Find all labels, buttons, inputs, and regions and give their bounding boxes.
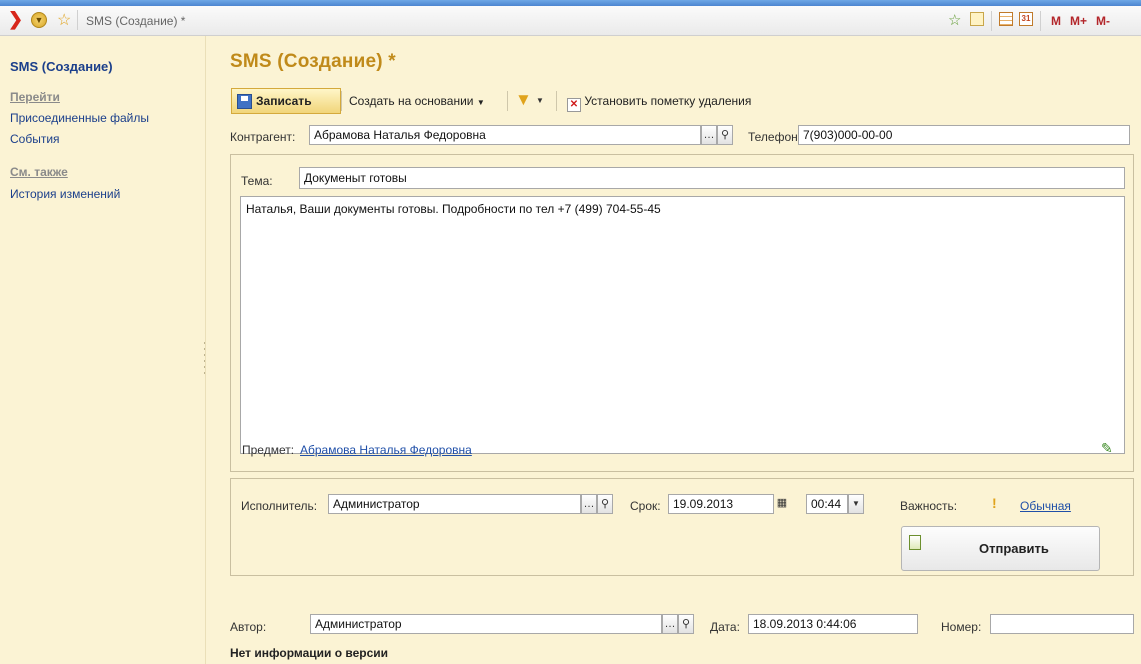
edit-pencil-icon[interactable]: ✎ (1101, 440, 1113, 457)
author-open-button[interactable]: ⚲ (678, 614, 694, 634)
delete-x-icon: ✕ (567, 98, 581, 112)
mark-for-deletion-button[interactable]: ✕ Установить пометку удаления (567, 89, 751, 113)
calendar-icon: ▦ (776, 497, 788, 509)
author-input[interactable]: Администратор (310, 614, 662, 634)
deadline-label: Срок: (630, 499, 661, 513)
counterparty-open-button[interactable]: ⚲ (717, 125, 733, 145)
chevron-down-icon: ▼ (536, 96, 544, 105)
send-button[interactable]: Отправить (901, 526, 1100, 571)
executor-label: Исполнитель: (241, 499, 318, 513)
sidebar-group-see-also: См. также (10, 165, 68, 179)
sidebar-item-attached-files[interactable]: Присоединенные файлы (10, 111, 149, 125)
subject-link-label: Предмет: (242, 443, 295, 457)
phone-label: Телефон: (748, 130, 802, 144)
deadline-date-input[interactable]: 19.09.2013 (668, 494, 774, 514)
magnifier-icon: ⚲ (600, 498, 610, 510)
executor-open-button[interactable]: ⚲ (597, 494, 613, 514)
memory-store-button[interactable]: M (1051, 14, 1061, 28)
add-favorites-icon[interactable]: ☆ (948, 11, 961, 29)
favorites-star-icon[interactable]: ☆ (57, 10, 71, 30)
titlebar-separator (77, 10, 78, 30)
window-titlebar: ❯ ▼ ☆ SMS (Создание) * ☆ 31 M M+ M- (0, 6, 1141, 36)
funnel-icon: ▼ (515, 90, 532, 109)
form-area: SMS (Создание) * Записать Создать на осн… (206, 36, 1141, 664)
window-tab-title[interactable]: SMS (Создание) * (86, 14, 185, 28)
version-info-text: Нет информации о версии (230, 646, 389, 660)
save-button-label: Записать (256, 94, 312, 108)
titlebar-separator (1040, 11, 1041, 31)
importance-label: Важность: (900, 499, 958, 513)
memory-subtract-button[interactable]: M- (1096, 14, 1110, 28)
calendar-picker-button[interactable]: ▦ (774, 494, 790, 514)
send-document-icon (909, 535, 921, 550)
toolbar-separator (507, 91, 508, 111)
importance-exclamation-icon: ! (992, 495, 997, 511)
create-based-on-label: Создать на основании (349, 94, 474, 108)
sidebar-group-goto: Перейти (10, 90, 60, 104)
counterparty-select-button[interactable]: … (701, 125, 717, 145)
subject-input[interactable]: Докуменыт готовы (299, 167, 1125, 189)
form-title: SMS (Создание) * (230, 51, 396, 72)
phone-input[interactable]: 7(903)000-00-00 (798, 125, 1130, 145)
importance-link[interactable]: Обычная (1020, 499, 1071, 513)
calculator-icon[interactable] (999, 12, 1013, 26)
message-text-area[interactable]: Наталья, Ваши документы готовы. Подробно… (240, 196, 1125, 454)
navigation-sidebar: SMS (Создание) Перейти Присоединенные фа… (0, 36, 206, 664)
chevron-down-icon: ▼ (852, 499, 860, 508)
executor-select-button[interactable]: … (581, 494, 597, 514)
main-menu-arrow-icon[interactable]: ❯ (8, 9, 23, 30)
message-group-panel: Тема: Докуменыт готовы Наталья, Ваши док… (230, 154, 1134, 472)
counterparty-input[interactable]: Абрамова Наталья Федоровна (309, 125, 701, 145)
date-input[interactable]: 18.09.2013 0:44:06 (748, 614, 918, 634)
date-label: Дата: (710, 620, 740, 634)
executor-input[interactable]: Администратор (328, 494, 581, 514)
titlebar-separator (991, 11, 992, 31)
save-disk-icon (237, 94, 252, 109)
number-input[interactable] (990, 614, 1134, 634)
author-select-button[interactable]: … (662, 614, 678, 634)
filter-dropdown-button[interactable]: ▼ ▼ (515, 91, 545, 111)
sidebar-item-events[interactable]: События (10, 132, 60, 146)
memory-add-button[interactable]: M+ (1070, 14, 1087, 28)
subject-link[interactable]: Абрамова Наталья Федоровна (300, 443, 472, 457)
mark-for-deletion-label: Установить пометку удаления (584, 94, 752, 108)
sidebar-item-change-history[interactable]: История изменений (10, 187, 120, 201)
link-icon[interactable] (970, 12, 984, 26)
toolbar-separator (556, 91, 557, 111)
number-label: Номер: (941, 620, 982, 634)
deadline-time-input[interactable]: 00:44 (806, 494, 848, 514)
send-button-label: Отправить (979, 541, 1049, 556)
subject-label: Тема: (241, 174, 273, 188)
magnifier-icon: ⚲ (681, 618, 691, 630)
author-label: Автор: (230, 620, 267, 634)
counterparty-label: Контрагент: (230, 130, 296, 144)
save-button[interactable]: Записать (231, 88, 341, 114)
time-dropdown-button[interactable]: ▼ (848, 494, 864, 514)
calendar-icon[interactable]: 31 (1019, 12, 1033, 26)
magnifier-icon: ⚲ (720, 129, 730, 141)
create-based-on-button[interactable]: Создать на основании ▼ (349, 89, 485, 113)
toolbar-separator (341, 91, 342, 111)
chevron-down-icon: ▼ (476, 98, 485, 107)
executor-group-panel: Исполнитель: Администратор … ⚲ Срок: 19.… (230, 478, 1134, 576)
navigation-menu-icon[interactable]: ▼ (31, 12, 47, 28)
sidebar-title[interactable]: SMS (Создание) (10, 59, 113, 74)
